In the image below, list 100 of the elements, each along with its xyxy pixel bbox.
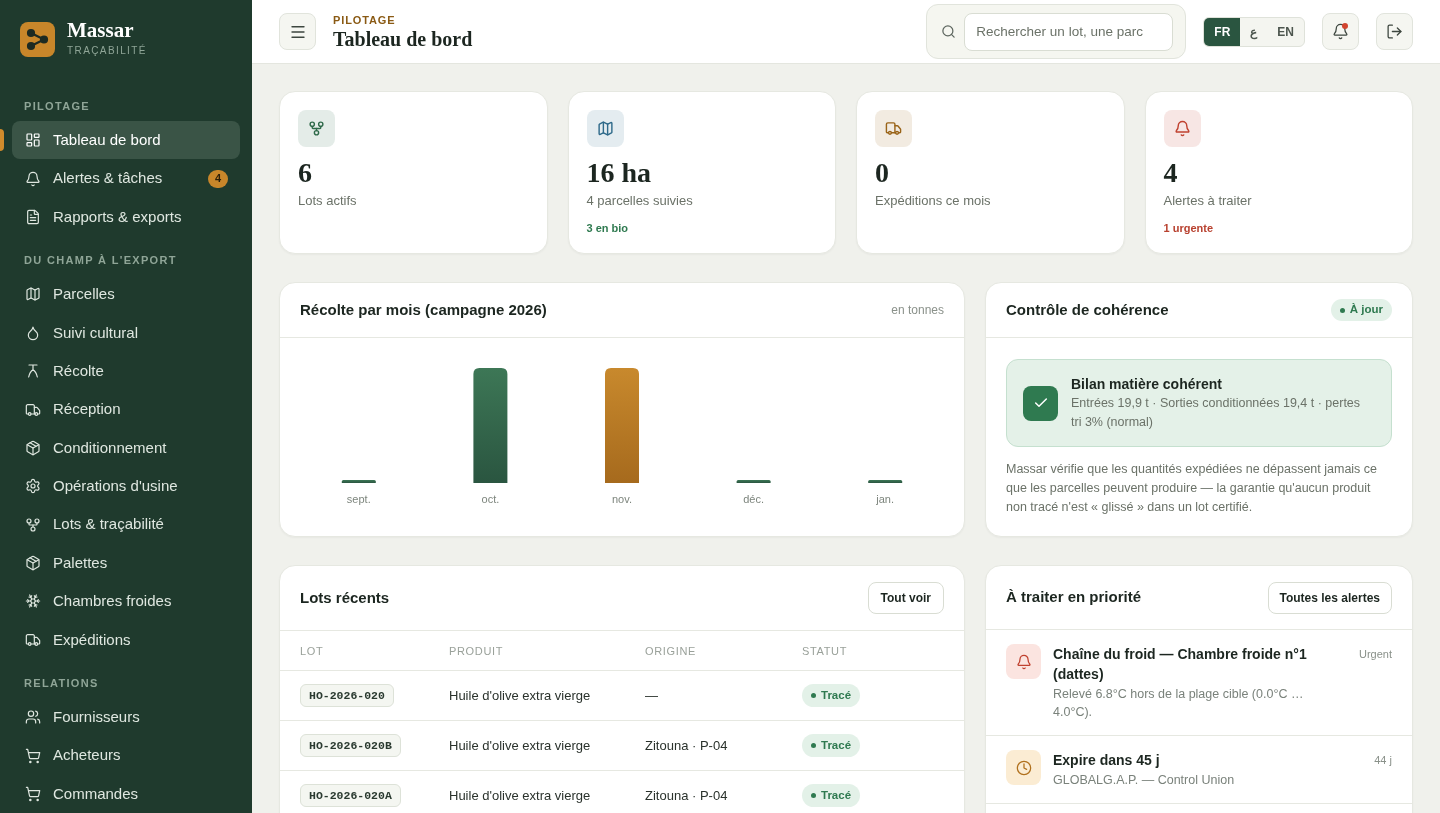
menu-button[interactable] — [279, 13, 316, 50]
month-label: oct. — [481, 492, 500, 506]
lot-code: HO-2026-020 — [300, 684, 394, 707]
sidebar-item[interactable]: Palettes — [12, 543, 240, 583]
stat-value: 16 ha — [586, 157, 653, 189]
language-option[interactable]: EN — [1267, 17, 1304, 46]
card-title: Récolte par mois (campagne 2026) — [300, 299, 547, 320]
truck-icon — [25, 631, 41, 648]
tripod-icon — [25, 363, 41, 380]
result-detail: Entrées 19,9 t · Sorties conditionnées 19,4 t · pertes tri 3% (normal) — [1071, 395, 1362, 431]
table-cell-text: Huile d'olive extra vierge — [449, 736, 592, 755]
logout-icon — [1386, 23, 1403, 40]
sidebar-item[interactable]: Alertes & tâches 4 — [12, 159, 240, 198]
lot-code: HO-2026-020B — [300, 734, 401, 757]
column-header: LOT — [300, 643, 325, 658]
all-alerts-button[interactable]: Toutes les alertes — [1267, 581, 1392, 614]
map-icon — [25, 286, 41, 303]
explanation-text: Massar vérifie que les quantités expédiées ne dépassent jamais ce que les parcelles peuvent produire — la garantie qu'aucun produit non tracé n'est « glissé » dans un lot certifié. — [1006, 461, 1379, 516]
priority-detail: GLOBALG.A.P. — Control Union — [1053, 772, 1236, 789]
sidebar-item[interactable]: Rapports & exports — [12, 197, 240, 237]
fork-icon — [25, 516, 41, 533]
view-all-button[interactable]: Tout voir — [867, 582, 944, 614]
sidebar-item[interactable]: Commandes — [12, 774, 240, 813]
snowflake-icon — [25, 593, 41, 610]
table-cell-text: Huile d'olive extra vierge — [449, 686, 592, 705]
sidebar-item[interactable]: Suivi cultural — [12, 313, 240, 352]
table-cell-text: — — [645, 686, 659, 705]
column-header: STATUT — [802, 643, 849, 658]
month-label: déc. — [743, 492, 764, 506]
sidebar-item[interactable]: Opérations d'usine — [12, 467, 240, 506]
page-title: Tableau de bord — [333, 26, 473, 51]
nav-section-label: DU CHAMP À L'EXPORT — [23, 253, 178, 268]
column-header: PRODUIT — [449, 643, 505, 658]
stat-label: Expéditions ce mois — [875, 192, 992, 210]
card-title: Contrôle de cohérence — [1006, 299, 1169, 320]
cart-icon — [25, 786, 41, 803]
section-label: PILOTAGE — [333, 12, 397, 27]
sidebar-item[interactable]: Chambres froides — [12, 582, 240, 621]
nav-section-label: PILOTAGE — [23, 99, 91, 113]
brand-tagline: TRAÇABILITÉ — [67, 44, 147, 57]
month-label: sept. — [346, 492, 371, 506]
nav-section-label: RELATIONS — [23, 676, 100, 691]
search-field[interactable]: Rechercher un lot, une parc — [964, 12, 1174, 51]
stat-value: 6 — [298, 157, 313, 189]
priority-detail: Relevé 6.8°C hors de la plage cible (0.0°C … 4.0°C). — [1053, 686, 1305, 721]
users-icon — [25, 709, 41, 726]
box-icon — [25, 439, 41, 456]
stat-label: Lots actifs — [298, 192, 358, 210]
droplet-icon — [25, 324, 41, 341]
priority-title: Expire dans 45 j — [1053, 751, 1161, 770]
month-label: jan. — [876, 492, 895, 506]
sidebar-item[interactable]: Réception — [12, 390, 240, 429]
language-option[interactable]: FR — [1204, 17, 1241, 46]
status-label: Tracé — [821, 787, 852, 803]
result-title: Bilan matière cohérent — [1071, 375, 1223, 394]
stat-value: 4 — [1163, 157, 1179, 189]
sidebar-item[interactable]: Fournisseurs — [12, 698, 240, 737]
column-header: ORIGINE — [645, 643, 698, 658]
table-cell-text: Zitouna · P-04 — [645, 786, 729, 805]
sidebar-item[interactable]: Parcelles — [12, 275, 240, 314]
box-icon — [25, 555, 41, 572]
cart-icon — [25, 747, 41, 764]
sidebar-item[interactable]: Lots & traçabilité — [12, 505, 240, 544]
card-title: À traiter en priorité — [1006, 587, 1142, 608]
stat-note: 3 en bio — [586, 221, 630, 235]
settings-icon — [25, 478, 41, 495]
card-title: Lots récents — [300, 587, 390, 608]
brand-name: Massar — [67, 18, 135, 42]
clock-icon — [1006, 750, 1041, 785]
sidebar-item[interactable]: Expéditions — [12, 620, 240, 660]
sidebar-item[interactable]: Conditionnement — [12, 428, 240, 468]
priority-tag: 44 j — [1374, 750, 1392, 789]
unit-label: en tonnes — [891, 302, 944, 319]
notifications-button[interactable] — [1322, 13, 1359, 50]
sidebar-item[interactable]: Acheteurs — [12, 736, 240, 775]
search-icon — [941, 24, 957, 39]
active-indicator — [0, 129, 4, 151]
status-label: Tracé — [821, 737, 852, 753]
priority-tag: Urgent — [1358, 644, 1392, 721]
status-label: Tracé — [821, 687, 852, 703]
lot-code: HO-2026-020A — [300, 784, 401, 807]
table-cell-text: Huile d'olive extra vierge — [449, 786, 592, 805]
language-option[interactable]: ع — [1240, 17, 1268, 46]
bell-icon — [1006, 644, 1041, 679]
bell-icon — [25, 170, 41, 187]
bell-icon — [1332, 23, 1349, 40]
sidebar-item[interactable]: Récolte — [12, 351, 240, 391]
check-icon — [1023, 385, 1058, 421]
logout-button[interactable] — [1376, 13, 1413, 50]
table-cell-text: Zitouna · P-04 — [645, 736, 729, 755]
nodes-logo-icon — [20, 22, 55, 57]
stat-value: 0 — [875, 157, 890, 189]
stat-note: 1 urgente — [1163, 221, 1214, 235]
count-badge: 4 — [207, 169, 228, 188]
truck-icon — [25, 401, 41, 418]
month-label: nov. — [612, 492, 632, 506]
stat-label: Alertes à traiter — [1163, 192, 1253, 210]
status-label: À jour — [1349, 302, 1383, 318]
stat-label: 4 parcelles suivies — [586, 192, 694, 210]
priority-title: Chaîne du froid — Chambre froide n°1 (dattes) — [1053, 645, 1308, 684]
